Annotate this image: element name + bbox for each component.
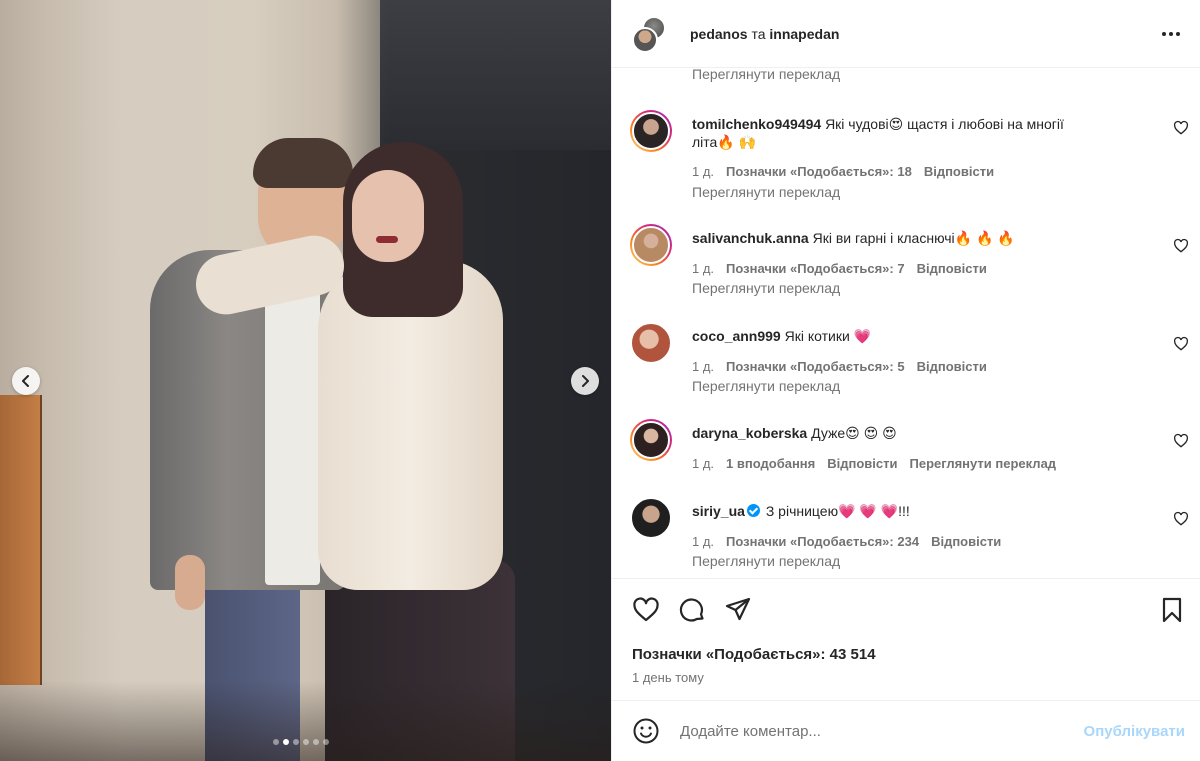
reply-button[interactable]: Відповісти bbox=[924, 164, 994, 179]
carousel-dot bbox=[273, 739, 279, 745]
post-likes-count[interactable]: Позначки «Подобається»: 43 514 bbox=[632, 646, 876, 663]
comment-input[interactable] bbox=[680, 722, 1040, 740]
author-username[interactable]: innapedan bbox=[769, 26, 839, 42]
comment-meta: 1 д. Позначки «Подобається»: 18 Відповіс… bbox=[692, 164, 994, 179]
comment-text: tomilchenko949494 Які чудові😍 щастя і лю… bbox=[692, 115, 1152, 151]
carousel-dot bbox=[293, 739, 299, 745]
avatar[interactable] bbox=[630, 497, 672, 539]
comment-likes[interactable]: Позначки «Подобається»: 234 bbox=[726, 534, 919, 549]
instagram-post: pedanos та innapedan Переглянути перекла… bbox=[0, 0, 1200, 761]
comment-content: З річницею💗 💗 💗!!! bbox=[765, 503, 910, 519]
bookmark-icon bbox=[1162, 597, 1182, 623]
avatar[interactable] bbox=[630, 322, 672, 364]
avatar[interactable] bbox=[630, 419, 672, 461]
reply-button[interactable]: Відповісти bbox=[827, 456, 897, 471]
publish-button[interactable]: Опублікувати bbox=[1084, 723, 1185, 740]
reply-button[interactable]: Відповісти bbox=[917, 261, 987, 276]
see-translation-link[interactable]: Переглянути переклад bbox=[692, 280, 840, 296]
comment-content: Які котики 💗 bbox=[784, 328, 872, 344]
collab-avatars[interactable] bbox=[630, 13, 672, 55]
comment-age[interactable]: 1 д. bbox=[692, 261, 714, 276]
reply-button[interactable]: Відповісти bbox=[931, 534, 1001, 549]
post-timestamp[interactable]: 1 день тому bbox=[632, 670, 704, 685]
more-options-button[interactable] bbox=[1159, 24, 1183, 44]
like-button[interactable] bbox=[632, 596, 660, 624]
avatar[interactable] bbox=[630, 224, 672, 266]
post-authors: pedanos та innapedan bbox=[690, 26, 839, 42]
comment-meta: 1 д. Позначки «Подобається»: 234 Відпові… bbox=[692, 534, 1001, 549]
carousel-dot bbox=[323, 739, 329, 745]
comment-username[interactable]: daryna_koberska bbox=[692, 425, 807, 441]
comment-likes[interactable]: Позначки «Подобається»: 18 bbox=[726, 164, 912, 179]
comment-text: siriy_ua З річницею💗 💗 💗!!! bbox=[692, 502, 1152, 520]
author-username[interactable]: pedanos bbox=[690, 26, 748, 42]
comment-age[interactable]: 1 д. bbox=[692, 534, 714, 549]
comment-username[interactable]: coco_ann999 bbox=[692, 328, 781, 344]
photo-door bbox=[0, 395, 42, 685]
send-icon bbox=[725, 597, 751, 621]
see-translation-link[interactable]: Переглянути переклад bbox=[692, 378, 840, 394]
heart-icon[interactable] bbox=[1173, 238, 1189, 254]
heart-icon bbox=[633, 597, 659, 622]
comment-username[interactable]: salivanchuk.anna bbox=[692, 230, 809, 246]
chevron-left-icon bbox=[22, 375, 29, 387]
see-translation-link[interactable]: Переглянути переклад bbox=[692, 553, 840, 569]
post-side-panel: pedanos та innapedan Переглянути перекла… bbox=[611, 0, 1200, 761]
see-translation-link[interactable]: Переглянути переклад bbox=[910, 456, 1057, 471]
comment-age[interactable]: 1 д. bbox=[692, 456, 714, 471]
post-photo[interactable] bbox=[0, 0, 611, 761]
reply-button[interactable]: Відповісти bbox=[917, 359, 987, 374]
heart-icon[interactable] bbox=[1173, 433, 1189, 449]
comment-content: літа🔥 🙌 bbox=[692, 134, 757, 150]
post-actions bbox=[632, 596, 752, 626]
carousel-dot-active bbox=[283, 739, 289, 745]
author-conjunction: та bbox=[751, 25, 766, 42]
share-button[interactable] bbox=[724, 596, 752, 624]
emoji-button[interactable] bbox=[632, 717, 660, 745]
heart-icon[interactable] bbox=[1173, 336, 1189, 352]
heart-icon[interactable] bbox=[1173, 120, 1189, 136]
comment-username[interactable]: siriy_ua bbox=[692, 503, 745, 519]
comment-age[interactable]: 1 д. bbox=[692, 164, 714, 179]
divider bbox=[612, 578, 1200, 579]
comment-content: Які ви гарні і класнючі🔥 🔥 🔥 bbox=[812, 230, 1015, 246]
see-translation-link[interactable]: Переглянути переклад bbox=[692, 184, 840, 200]
carousel-dot bbox=[313, 739, 319, 745]
smile-icon bbox=[633, 718, 659, 744]
comments-list: Переглянути переклад tomilchenko949494 Я… bbox=[612, 68, 1200, 578]
avatar bbox=[632, 26, 658, 53]
comment-content: Які чудові😍 щастя і любові на многії bbox=[825, 116, 1064, 132]
heart-icon[interactable] bbox=[1173, 511, 1189, 527]
previous-photo-button[interactable] bbox=[12, 367, 40, 395]
next-photo-button[interactable] bbox=[571, 367, 599, 395]
verified-badge-icon bbox=[746, 504, 760, 517]
comment-meta: 1 д. Позначки «Подобається»: 5 Відповіст… bbox=[692, 359, 987, 374]
avatar[interactable] bbox=[630, 110, 672, 152]
comment-likes[interactable]: Позначки «Подобається»: 7 bbox=[726, 261, 905, 276]
comment-meta: 1 д. 1 вподобання Відповісти Переглянути… bbox=[692, 456, 1056, 471]
more-icon bbox=[1162, 32, 1166, 36]
carousel-dot bbox=[303, 739, 309, 745]
save-button[interactable] bbox=[1158, 596, 1186, 624]
post-header: pedanos та innapedan bbox=[612, 0, 1200, 68]
chevron-right-icon bbox=[582, 375, 589, 387]
carousel-indicator bbox=[273, 739, 329, 745]
comment-text: coco_ann999 Які котики 💗 bbox=[692, 327, 1152, 345]
add-comment-bar: Опублікувати bbox=[612, 701, 1200, 761]
comment-icon bbox=[679, 598, 704, 622]
comment-username[interactable]: tomilchenko949494 bbox=[692, 116, 821, 132]
comment-likes[interactable]: 1 вподобання bbox=[726, 456, 815, 471]
comment-text: daryna_koberska Дуже😍 😍 😍 bbox=[692, 424, 1152, 442]
comment-button[interactable] bbox=[678, 596, 706, 624]
see-translation-link[interactable]: Переглянути переклад bbox=[692, 68, 840, 82]
comment-age[interactable]: 1 д. bbox=[692, 359, 714, 374]
comment-content: Дуже😍 😍 😍 bbox=[811, 425, 897, 441]
comment-text: salivanchuk.anna Які ви гарні і класнючі… bbox=[692, 229, 1152, 247]
comment-likes[interactable]: Позначки «Подобається»: 5 bbox=[726, 359, 905, 374]
comment-meta: 1 д. Позначки «Подобається»: 7 Відповіст… bbox=[692, 261, 987, 276]
